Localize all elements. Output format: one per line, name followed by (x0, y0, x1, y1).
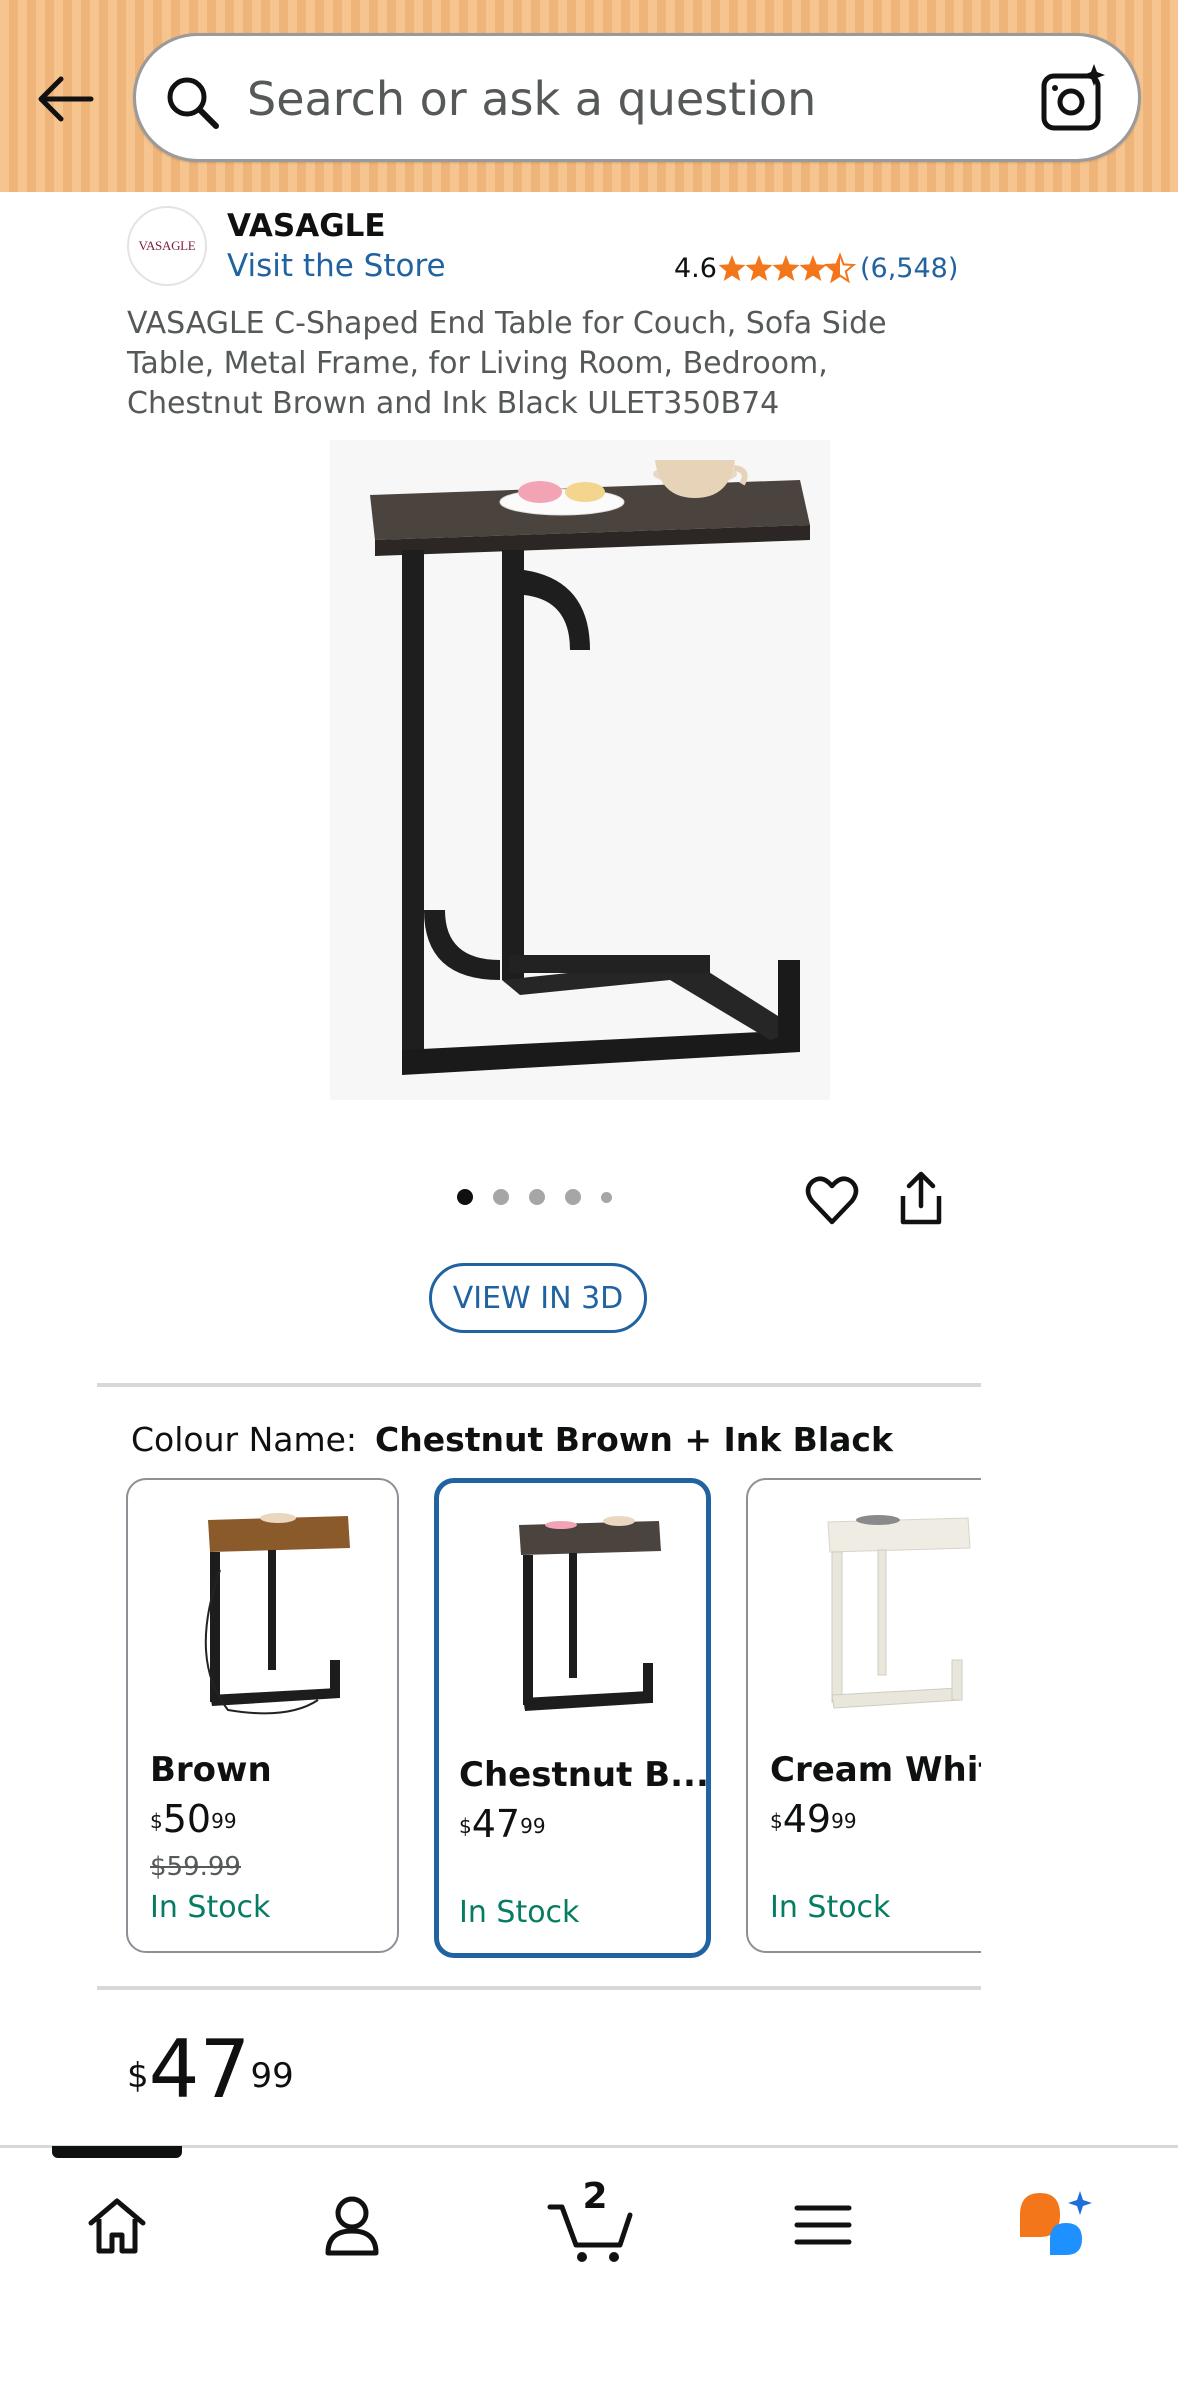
star-rating-icon[interactable] (718, 252, 856, 284)
price-currency: $ (127, 2056, 149, 2096)
search-icon (167, 77, 219, 129)
review-count-link[interactable]: (6,548) (860, 254, 958, 284)
swatch-stock: In Stock (150, 1890, 271, 1925)
menu-icon (794, 2205, 852, 2245)
swatch-thumbnail (827, 1515, 971, 1709)
rating-value: 4.6 (674, 253, 717, 284)
rufus-icon (1020, 2191, 1092, 2255)
search-input[interactable]: Search or ask a question (133, 33, 1141, 162)
brand-logo-text: VASAGLE (138, 238, 196, 253)
home-icon (88, 2198, 146, 2254)
carousel-dot[interactable] (565, 1189, 581, 1205)
swatch-chestnut-brown[interactable]: Chestnut B... $4799 In Stock (434, 1478, 711, 1958)
nav-account[interactable] (307, 2180, 397, 2270)
swatch-cream-white[interactable]: Cream White $4999 In Stock (746, 1478, 981, 1953)
nav-rufus[interactable] (1011, 2180, 1101, 2270)
camera-icon[interactable] (1038, 64, 1108, 134)
swatch-price: $4799 (459, 1802, 546, 1846)
nav-cart[interactable]: 2 (541, 2176, 641, 2270)
price-whole: 47 (148, 2023, 251, 2116)
active-tab-indicator (52, 2146, 182, 2158)
share-icon[interactable] (895, 1170, 947, 1228)
swatch-brown[interactable]: Brown $5099 $59.99 In Stock (126, 1478, 399, 1953)
brand-logo[interactable]: VASAGLE (127, 206, 207, 286)
product-price: $4799 (127, 2030, 294, 2132)
cart-count: 2 (582, 2176, 608, 2217)
divider (97, 1986, 981, 1990)
swatch-name: Cream White (770, 1750, 981, 1790)
swatch-price: $4999 (770, 1797, 857, 1841)
swatch-thumbnail (519, 1516, 661, 1711)
view-in-3d-button[interactable]: VIEW IN 3D (429, 1263, 647, 1333)
visit-store-link[interactable]: Visit the Store (227, 248, 446, 284)
colour-label: Colour Name: (131, 1420, 358, 1459)
carousel-dot[interactable] (493, 1189, 509, 1205)
product-page: Search or ask a question VASAGLE VASAGLE… (0, 0, 1178, 2389)
nav-home[interactable] (72, 2180, 162, 2270)
nav-menu[interactable] (778, 2180, 868, 2270)
colour-swatches: Brown $5099 $59.99 In Stock Chestnut B..… (126, 1478, 981, 1958)
swatch-thumbnail (204, 1513, 350, 1715)
heart-icon[interactable] (804, 1172, 860, 1228)
account-icon (325, 2196, 379, 2256)
top-search-bar: Search or ask a question (0, 0, 1178, 192)
swatch-stock: In Stock (770, 1890, 891, 1925)
product-title: VASAGLE C-Shaped End Table for Couch, So… (127, 306, 887, 421)
swatch-stock: In Stock (459, 1895, 580, 1930)
back-button[interactable] (30, 64, 100, 134)
swatch-was-price: $59.99 (150, 1852, 241, 1882)
swatch-price: $5099 (150, 1797, 237, 1841)
swatch-name: Chestnut B... (459, 1755, 709, 1795)
colour-selected-value: Chestnut Brown + Ink Black (375, 1420, 893, 1459)
back-arrow-icon (38, 76, 94, 122)
search-placeholder: Search or ask a question (247, 72, 817, 126)
swatch-name: Brown (150, 1750, 272, 1790)
divider (97, 1383, 981, 1387)
carousel-dot[interactable] (601, 1191, 612, 1203)
carousel-dot[interactable] (457, 1189, 473, 1205)
image-carousel-dots (457, 1189, 612, 1205)
carousel-dot[interactable] (529, 1189, 545, 1205)
brand-name: VASAGLE (227, 208, 386, 244)
price-fraction: 99 (250, 2056, 294, 2096)
product-image[interactable] (330, 440, 830, 1100)
